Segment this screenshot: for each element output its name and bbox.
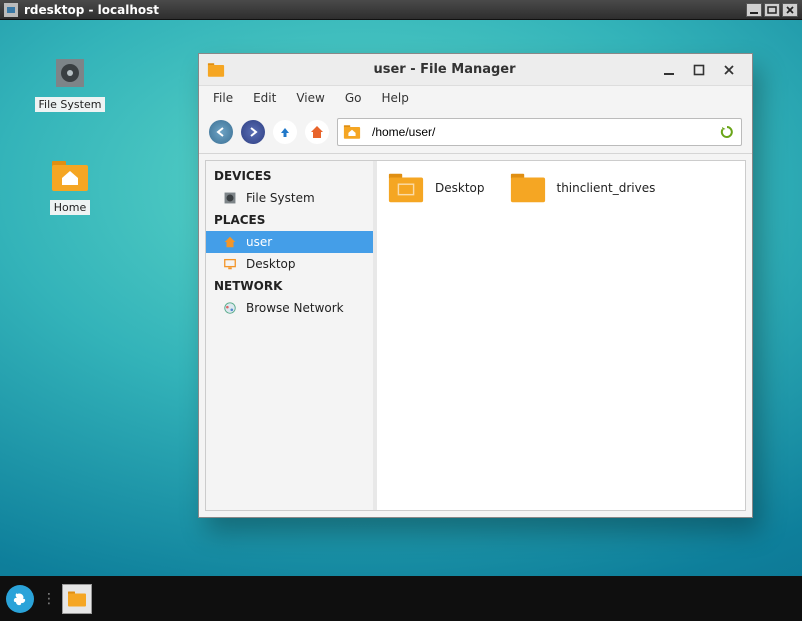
location-input[interactable] [366, 125, 713, 139]
file-item-thinclient-drives[interactable]: thinclient_drives [509, 171, 656, 205]
menu-go[interactable]: Go [337, 89, 370, 107]
menu-help[interactable]: Help [373, 89, 416, 107]
menu-view[interactable]: View [288, 89, 332, 107]
home-button[interactable] [305, 120, 329, 144]
sidebar-head-network: NETWORK [206, 275, 373, 297]
sidebar-item-label: Browse Network [246, 301, 344, 315]
file-manager-titlebar[interactable]: user - File Manager [199, 54, 752, 86]
home-icon [222, 234, 238, 250]
desktop-icon-label: Home [50, 200, 90, 215]
folder-icon [509, 171, 547, 205]
desktop-icon-home[interactable]: Home [30, 156, 110, 215]
taskbar-item-file-manager[interactable] [62, 584, 92, 614]
folder-icon [387, 171, 425, 205]
folder-icon [207, 62, 225, 78]
sidebar-item-label: File System [246, 191, 315, 205]
outer-minimize-button[interactable] [746, 3, 762, 17]
menu-bar: File Edit View Go Help [199, 86, 752, 110]
sidebar-item-user[interactable]: user [206, 231, 373, 253]
desktop[interactable]: File System Home user - File Manager Fil… [0, 20, 802, 576]
desktop-icon-label: File System [35, 97, 106, 112]
drive-icon [222, 190, 238, 206]
location-bar [337, 118, 742, 146]
desktop-icon-file-system[interactable]: File System [30, 53, 110, 112]
close-button[interactable] [714, 58, 744, 82]
outer-window-title: rdesktop - localhost [24, 3, 159, 17]
start-menu-button[interactable] [6, 585, 34, 613]
back-button[interactable] [209, 120, 233, 144]
sidebar-item-desktop[interactable]: Desktop [206, 253, 373, 275]
forward-button[interactable] [241, 120, 265, 144]
sidebar-item-label: Desktop [246, 257, 296, 271]
location-home-icon[interactable] [338, 124, 366, 140]
file-label: thinclient_drives [557, 181, 656, 195]
home-folder-icon [50, 156, 90, 196]
file-list[interactable]: Desktop thinclient_drives [377, 160, 746, 511]
sidebar: DEVICES File System PLACES user [205, 160, 373, 511]
outer-window-icon [4, 3, 18, 17]
menu-file[interactable]: File [205, 89, 241, 107]
file-manager-body: DEVICES File System PLACES user [199, 154, 752, 517]
up-button[interactable] [273, 120, 297, 144]
outer-close-button[interactable] [782, 3, 798, 17]
file-label: Desktop [435, 181, 485, 195]
sidebar-item-label: user [246, 235, 272, 249]
network-icon [222, 300, 238, 316]
refresh-button[interactable] [713, 124, 741, 140]
toolbar [199, 110, 752, 154]
file-manager-window: user - File Manager File Edit View Go He… [198, 53, 753, 518]
taskbar-separator: ⋮ [40, 591, 56, 607]
outer-maximize-button[interactable] [764, 3, 780, 17]
desktop-icon [222, 256, 238, 272]
menu-edit[interactable]: Edit [245, 89, 284, 107]
sidebar-item-browse-network[interactable]: Browse Network [206, 297, 373, 319]
sidebar-head-devices: DEVICES [206, 165, 373, 187]
file-manager-title: user - File Manager [235, 62, 654, 77]
sidebar-item-file-system[interactable]: File System [206, 187, 373, 209]
minimize-button[interactable] [654, 58, 684, 82]
sidebar-head-places: PLACES [206, 209, 373, 231]
drive-icon [50, 53, 90, 93]
maximize-button[interactable] [684, 58, 714, 82]
outer-window-titlebar: rdesktop - localhost [0, 0, 802, 20]
taskbar: ⋮ [0, 576, 802, 621]
file-item-desktop[interactable]: Desktop [387, 171, 485, 205]
